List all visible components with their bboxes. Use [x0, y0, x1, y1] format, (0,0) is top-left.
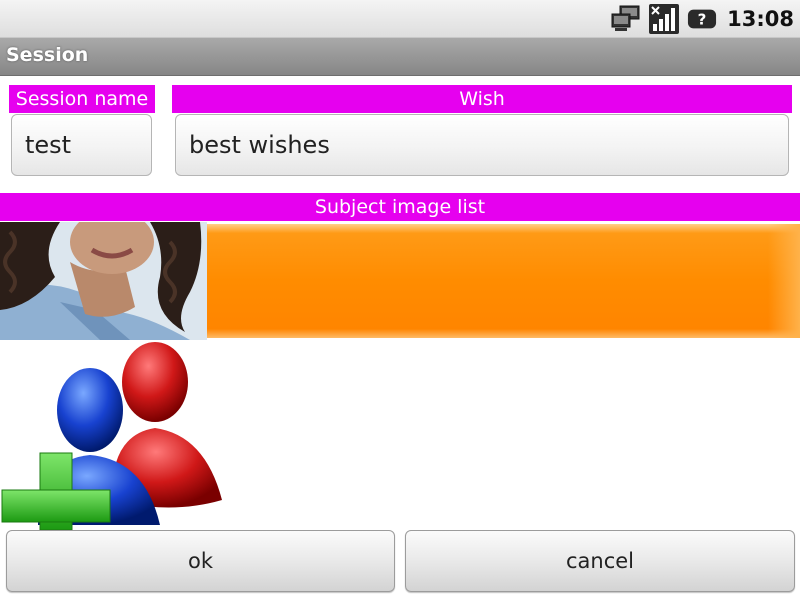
help-icon: ? — [687, 5, 717, 33]
status-time: 13:08 — [727, 7, 794, 31]
add-subject-icon[interactable] — [0, 340, 230, 531]
subject-thumbnail-image[interactable] — [0, 222, 207, 340]
title-bar: Session — [0, 38, 800, 76]
network-icon — [611, 5, 641, 33]
session-name-input[interactable]: test — [11, 114, 152, 176]
page-title: Session — [6, 44, 89, 66]
wish-label: Wish — [172, 85, 792, 113]
status-bar: ? 13:08 — [0, 0, 800, 38]
image-list-highlight — [207, 224, 800, 338]
status-icons: ? 13:08 — [611, 3, 794, 35]
wish-input[interactable]: best wishes — [175, 114, 789, 176]
subject-image-list-label: Subject image list — [0, 193, 800, 221]
session-name-label: Session name — [9, 85, 155, 113]
signal-icon — [649, 4, 680, 34]
svg-text:?: ? — [698, 11, 707, 29]
subject-image-list[interactable] — [0, 222, 800, 340]
cancel-button[interactable]: cancel — [405, 530, 795, 592]
ok-button[interactable]: ok — [6, 530, 395, 592]
